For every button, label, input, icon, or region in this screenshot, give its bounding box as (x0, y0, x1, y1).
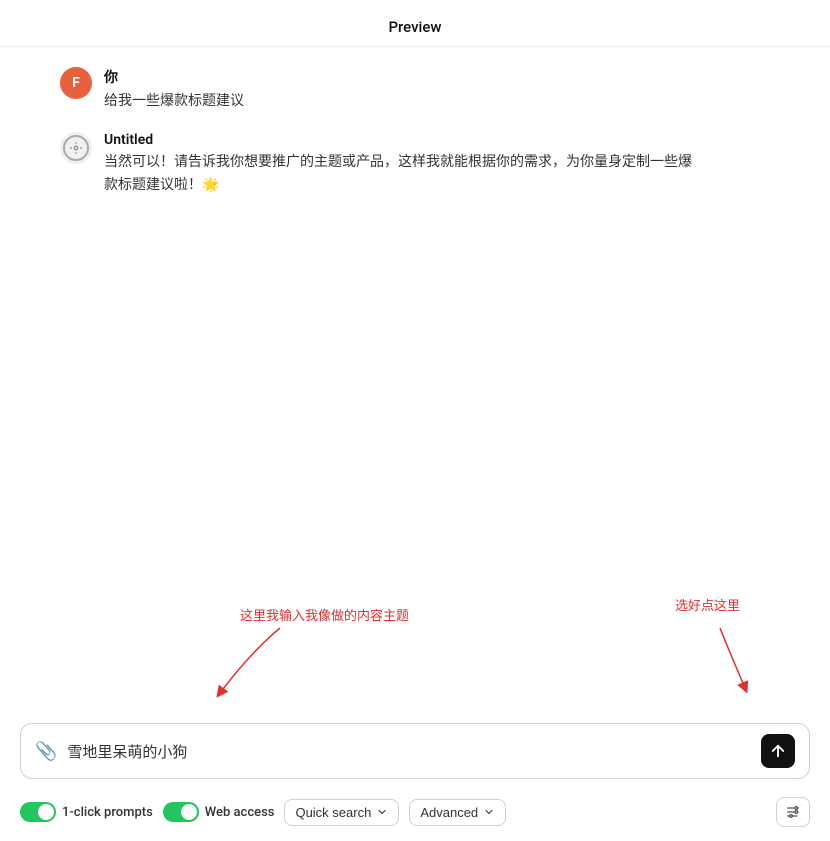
user-message-row: F 你 给我一些爆款标题建议 (60, 67, 770, 112)
user-name: 你 (104, 67, 244, 87)
bot-name: Untitled (104, 132, 704, 148)
toggle-1click-label: 1-click prompts (62, 805, 153, 820)
bot-icon (63, 135, 89, 161)
settings-icon (785, 804, 801, 820)
toggle-web[interactable] (163, 802, 199, 822)
user-message-text: 给我一些爆款标题建议 (104, 90, 244, 112)
quick-search-label: Quick search (295, 805, 371, 820)
annotation-area: 这里我输入我像做的内容主题 选好点这里 (20, 585, 810, 715)
left-arrow (200, 623, 320, 703)
advanced-label: Advanced (420, 805, 478, 820)
user-avatar: F (60, 67, 92, 99)
toolbar: 1-click prompts Web access Quick search … (0, 789, 830, 841)
bot-avatar (60, 132, 92, 164)
toggle-group-web: Web access (163, 802, 275, 822)
chat-spacer (60, 216, 770, 565)
bot-message-text: 当然可以！请告诉我你想要推广的主题或产品，这样我就能根据你的需求，为你量身定制一… (104, 151, 704, 196)
bot-message-content: Untitled 当然可以！请告诉我你想要推广的主题或产品，这样我就能根据你的需… (104, 132, 704, 196)
right-arrow (700, 623, 760, 703)
user-message-content: 你 给我一些爆款标题建议 (104, 67, 244, 112)
page-container: Preview F 你 给我一些爆款标题建议 (0, 0, 830, 841)
toggle-group-1click: 1-click prompts (20, 802, 153, 822)
quick-search-dropdown[interactable]: Quick search (284, 799, 399, 826)
left-annotation-text: 这里我输入我像做的内容主题 (240, 605, 409, 624)
preview-header: Preview (0, 0, 830, 47)
bot-message-row: Untitled 当然可以！请告诉我你想要推广的主题或产品，这样我就能根据你的需… (60, 132, 770, 196)
chat-area: F 你 给我一些爆款标题建议 Untitled 当然可以！请告诉我你想要推广的主… (0, 47, 830, 585)
message-input[interactable] (67, 743, 751, 760)
send-button[interactable] (761, 734, 795, 768)
header-title: Preview (388, 18, 441, 36)
right-annotation-text: 选好点这里 (675, 595, 740, 614)
quick-search-chevron-icon (376, 806, 388, 818)
advanced-dropdown[interactable]: Advanced (409, 799, 506, 826)
toggle-web-label: Web access (205, 805, 275, 820)
settings-button[interactable] (776, 797, 810, 827)
toggle-1click[interactable] (20, 802, 56, 822)
attachment-icon[interactable]: 📎 (35, 741, 57, 762)
input-box: 📎 (20, 723, 810, 779)
input-area: 📎 (0, 715, 830, 789)
advanced-chevron-icon (483, 806, 495, 818)
